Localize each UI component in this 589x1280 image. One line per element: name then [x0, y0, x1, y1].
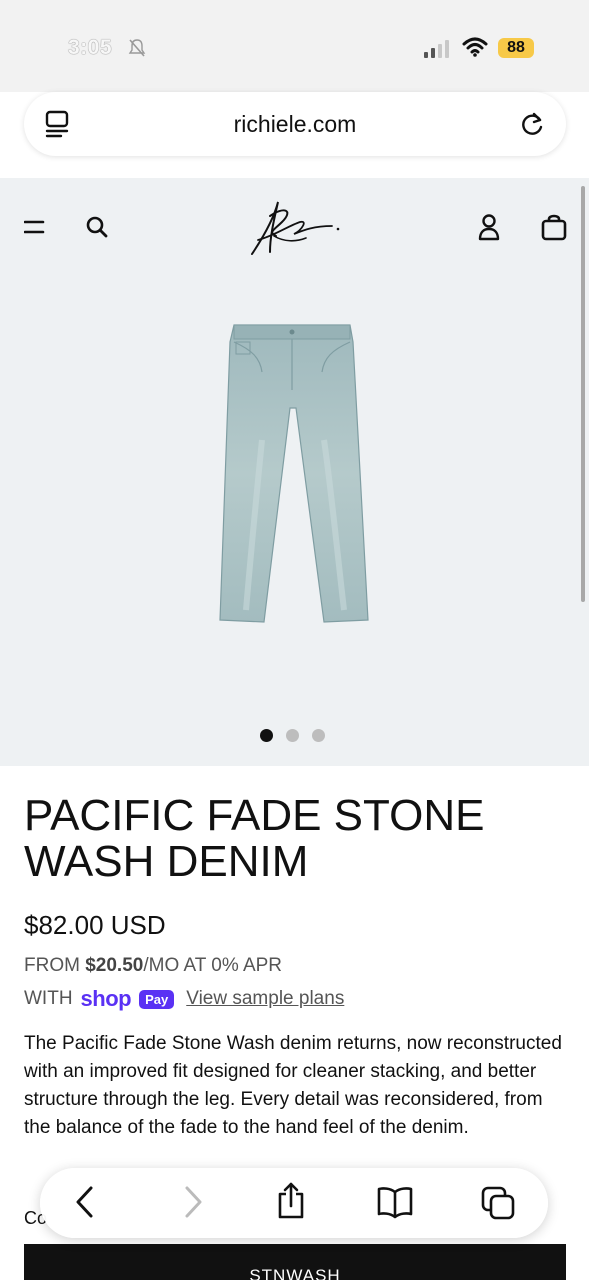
installment-suffix: /MO AT 0% APR — [143, 955, 283, 976]
page-scrollbar[interactable] — [581, 186, 585, 602]
bell-muted-icon — [128, 38, 146, 63]
reload-icon[interactable] — [520, 111, 546, 142]
gallery-dot-1[interactable] — [260, 729, 273, 742]
cellular-signal-icon — [424, 40, 449, 58]
with-label: WITH — [24, 988, 73, 1009]
product-title: PACIFIC FADE STONE WASH DENIM — [24, 791, 485, 886]
back-icon[interactable] — [74, 1185, 96, 1224]
color-variant-button[interactable]: STNWASH — [24, 1244, 566, 1280]
gallery-pagination[interactable] — [260, 729, 325, 742]
wifi-icon — [462, 37, 488, 62]
address-bar[interactable]: richiele.com — [24, 92, 566, 156]
tabs-icon[interactable] — [480, 1185, 516, 1226]
shop-pay-logo: shop — [80, 986, 132, 1011]
product-description: The Pacific Fade Stone Wash denim return… — [24, 1033, 562, 1138]
browser-toolbar — [40, 1168, 548, 1238]
account-icon[interactable] — [477, 213, 501, 246]
gallery-dot-2[interactable] — [286, 729, 299, 742]
share-icon[interactable] — [276, 1181, 306, 1226]
forward-icon[interactable] — [182, 1185, 204, 1224]
url-text[interactable]: richiele.com — [24, 111, 566, 138]
product-image-jeans[interactable] — [212, 320, 377, 635]
search-icon[interactable] — [85, 215, 109, 244]
shop-pay-line: WITH shop Pay View sample plans — [24, 986, 344, 1012]
product-price: $82.00 USD — [24, 910, 166, 940]
battery-level: 88 — [498, 38, 534, 58]
bag-icon[interactable] — [540, 212, 568, 247]
gallery-dot-3[interactable] — [312, 729, 325, 742]
bookmarks-icon[interactable] — [376, 1185, 414, 1224]
menu-icon[interactable] — [23, 219, 46, 240]
status-bar: 3:05 88 — [0, 0, 589, 92]
installment-prefix: FROM — [24, 955, 86, 976]
brand-signature-logo[interactable] — [244, 196, 344, 265]
installment-info: FROM $20.50/MO AT 0% APR — [24, 955, 282, 977]
status-time: 3:05 — [68, 36, 113, 59]
pay-badge: Pay — [139, 989, 175, 1009]
view-sample-plans-link[interactable]: View sample plans — [186, 988, 344, 1010]
installment-amount: $20.50 — [85, 955, 144, 976]
